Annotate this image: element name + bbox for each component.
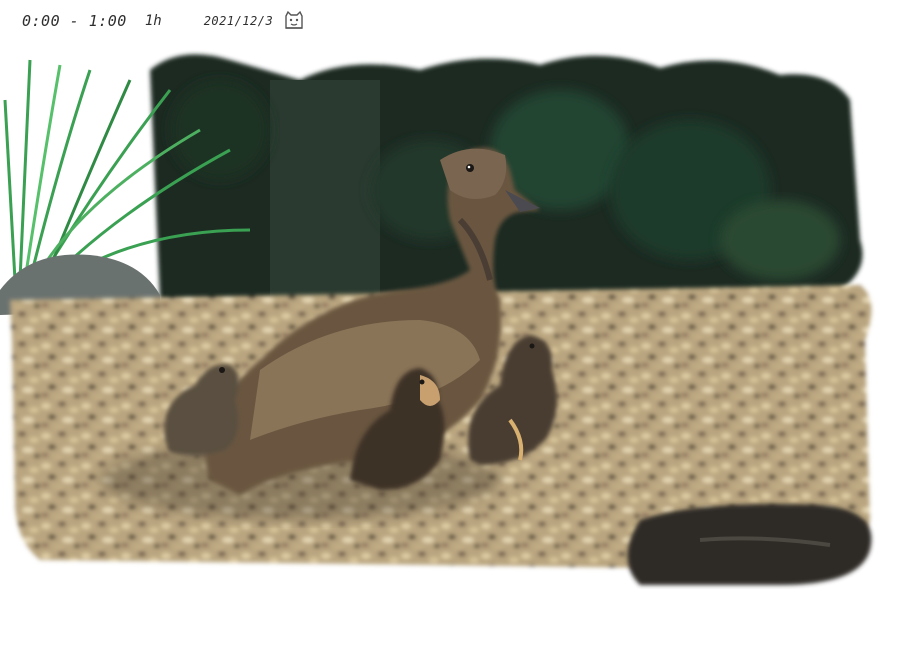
cat-face-stamp-icon <box>283 10 305 32</box>
sketch-header: 0:00 - 1:00 1h 2021/12/3 <box>22 8 305 34</box>
duration-label: 1h <box>144 13 162 29</box>
date-label: 2021/12/3 <box>203 14 274 28</box>
shadow-scribble <box>627 504 872 585</box>
duck-painting <box>0 54 872 585</box>
time-range-label: 0:00 - 1:00 <box>22 12 127 30</box>
